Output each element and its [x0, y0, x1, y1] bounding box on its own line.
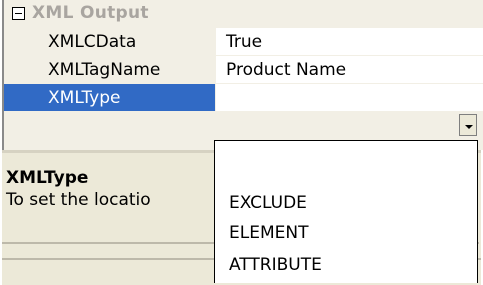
property-value[interactable]: True — [215, 28, 483, 56]
dropdown-option-element[interactable]: ELEMENT — [229, 223, 308, 243]
dropdown-option-exclude[interactable]: EXCLUDE — [229, 193, 307, 213]
property-value-editor[interactable] — [215, 84, 483, 112]
property-name[interactable]: XMLType — [4, 84, 215, 112]
xmltype-dropdown-list[interactable]: EXCLUDE ELEMENT ATTRIBUTE — [214, 140, 478, 283]
description-text: To set the locatio — [6, 190, 151, 210]
category-label: XML Output — [32, 3, 149, 23]
chevron-down-icon[interactable] — [459, 114, 477, 136]
description-title: XMLType — [6, 168, 89, 188]
dropdown-option-attribute[interactable]: ATTRIBUTE — [229, 255, 322, 275]
property-row-xmltagname[interactable]: XMLTagName Product Name — [4, 56, 483, 84]
property-row-xmltype[interactable]: XMLType — [4, 84, 483, 112]
collapse-minus-icon[interactable] — [12, 7, 25, 20]
property-name[interactable]: XMLCData — [4, 28, 215, 56]
property-grid: XML Output XMLCData True XMLTagName Prod… — [2, 0, 483, 150]
property-value[interactable]: Product Name — [215, 56, 483, 84]
property-row-xmlcdata[interactable]: XMLCData True — [4, 28, 483, 56]
category-row-xml-output[interactable]: XML Output — [4, 0, 483, 28]
property-name[interactable]: XMLTagName — [4, 56, 215, 84]
